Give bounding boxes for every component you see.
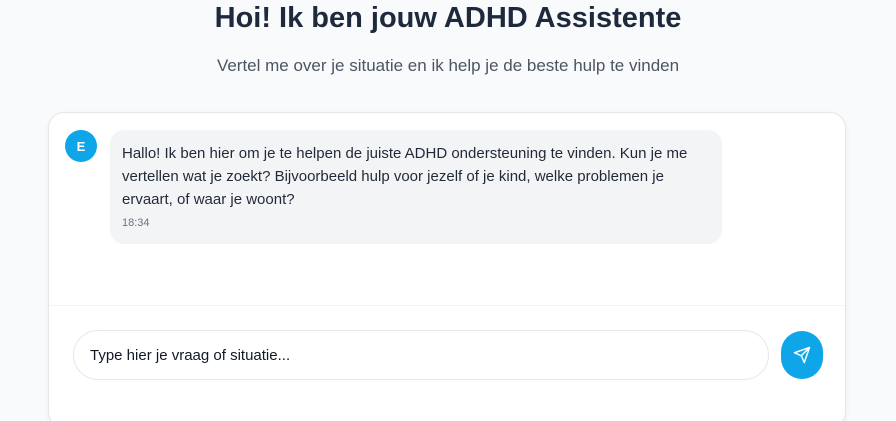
send-icon — [793, 346, 811, 364]
page-title: Hoi! Ik ben jouw ADHD Assistente — [214, 2, 682, 34]
message-list: E Hallo! Ik ben hier om je te helpen de … — [49, 113, 845, 305]
send-button[interactable] — [781, 331, 823, 379]
divider — [49, 305, 845, 306]
message-input[interactable] — [73, 330, 769, 380]
assistant-avatar: E — [65, 130, 97, 162]
page: Hoi! Ik ben jouw ADHD Assistente Vertel … — [0, 0, 896, 421]
message-timestamp: 18:34 — [122, 217, 150, 229]
page-subtitle: Vertel me over je situatie en ik help je… — [216, 56, 680, 75]
assistant-message-bubble: Hallo! Ik ben hier om je te helpen de ju… — [110, 130, 722, 244]
chat-window: E Hallo! Ik ben hier om je te helpen de … — [48, 112, 846, 421]
composer — [73, 330, 823, 380]
message-text: Hallo! Ik ben hier om je te helpen de ju… — [122, 145, 688, 208]
